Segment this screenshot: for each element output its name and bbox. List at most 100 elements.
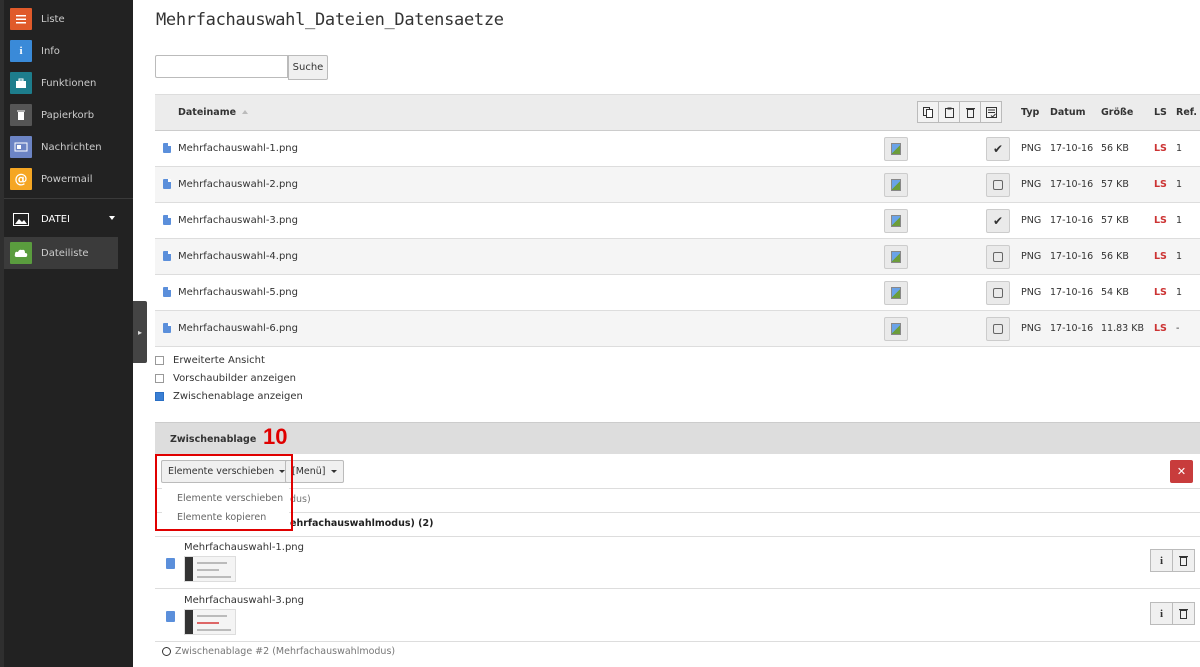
module-powermail[interactable]: @ Powermail (4, 163, 133, 195)
thumbnail-button[interactable] (884, 209, 908, 233)
clipboard-item[interactable]: Mehrfachauswahl-1.png i (155, 536, 1200, 589)
file-name[interactable]: Mehrfachauswahl-4.png (178, 251, 298, 262)
menu-dropdown[interactable]: [Menü] (285, 460, 344, 483)
file-date: 17-10-16 (1050, 251, 1094, 262)
file-date: 17-10-16 (1050, 143, 1094, 154)
column-header-name[interactable]: Dateiname (178, 107, 249, 118)
image-file-icon (891, 179, 901, 191)
list-icon (10, 8, 32, 30)
info-button[interactable]: i (1150, 549, 1173, 572)
file-date: 17-10-16 (1050, 215, 1094, 226)
sidebar-toggle-handle[interactable]: ▸ (133, 301, 147, 363)
module-nachrichten[interactable]: Nachrichten (4, 131, 133, 163)
localization-status[interactable]: LS (1154, 215, 1167, 226)
clipboard-toolbar: Elemente verschieben [Menü] ✕ (155, 454, 1200, 489)
file-name[interactable]: Mehrfachauswahl-2.png (178, 179, 298, 190)
file-name[interactable]: Mehrfachauswahl-5.png (178, 287, 298, 298)
option-show-thumbnails[interactable]: Vorschaubilder anzeigen (155, 373, 296, 384)
checkmark-icon: ✔ (992, 214, 1004, 228)
clipboard-icon (944, 107, 954, 118)
reference-count[interactable]: 1 (1176, 179, 1182, 190)
column-header-label: Dateiname (178, 107, 237, 118)
file-name[interactable]: Mehrfachauswahl-1.png (178, 143, 298, 154)
table-row[interactable]: Mehrfachauswahl-6.png PNG 17-10-16 11.83… (155, 311, 1200, 347)
column-header-ref[interactable]: Ref. (1176, 107, 1197, 118)
module-label: Funktionen (41, 77, 97, 89)
trash-icon (1179, 609, 1188, 619)
table-row[interactable]: Mehrfachauswahl-1.png ✔ PNG 17-10-16 56 … (155, 131, 1200, 167)
png-file-icon (163, 179, 171, 189)
module-funktionen[interactable]: Funktionen (4, 67, 133, 99)
module-sidebar: Liste i Info Funktionen Papierkorb Nachr… (0, 0, 133, 667)
module-papierkorb[interactable]: Papierkorb (4, 99, 133, 131)
thumbnail-button[interactable] (884, 281, 908, 305)
reference-count: - (1176, 323, 1180, 334)
module-label: Powermail (41, 173, 93, 185)
module-dateiliste[interactable]: Dateiliste (4, 237, 118, 269)
copy-icon (923, 106, 933, 118)
file-date: 17-10-16 (1050, 179, 1094, 190)
trash-icon (1179, 556, 1188, 566)
reference-count[interactable]: 1 (1176, 143, 1182, 154)
localization-status[interactable]: LS (1154, 287, 1167, 298)
clipboard-mode-1[interactable]: dus) (155, 488, 1200, 513)
sidebar-divider (4, 198, 133, 199)
thumbnail-button[interactable] (884, 173, 908, 197)
column-header-date[interactable]: Datum (1050, 107, 1086, 118)
select-all-button[interactable] (980, 101, 1002, 123)
search-input[interactable] (155, 55, 288, 78)
png-file-icon (163, 215, 171, 225)
table-row[interactable]: Mehrfachauswahl-2.png PNG 17-10-16 57 KB… (155, 167, 1200, 203)
thumbnail-button[interactable] (884, 317, 908, 341)
file-name[interactable]: Mehrfachauswahl-3.png (178, 215, 298, 226)
remove-button[interactable] (1172, 549, 1195, 572)
column-header-size[interactable]: Größe (1101, 107, 1133, 118)
option-label: Erweiterte Ansicht (173, 355, 265, 366)
table-row[interactable]: Mehrfachauswahl-5.png PNG 17-10-16 54 KB… (155, 275, 1200, 311)
option-label: Vorschaubilder anzeigen (173, 373, 296, 384)
row-checkbox[interactable]: ✔ (986, 209, 1010, 233)
checkbox-unchecked-icon[interactable] (155, 356, 164, 365)
file-size: 11.83 KB (1101, 323, 1144, 334)
row-checkbox[interactable] (986, 173, 1010, 197)
checkbox-unchecked-icon[interactable] (155, 374, 164, 383)
table-row[interactable]: Mehrfachauswahl-3.png ✔ PNG 17-10-16 57 … (155, 203, 1200, 239)
search-button[interactable]: Suche (288, 55, 328, 80)
checkbox-checked-icon[interactable] (155, 392, 164, 401)
trash-icon (10, 104, 32, 126)
module-info[interactable]: i Info (4, 35, 133, 67)
clipboard-mode-2[interactable]: ehrfachauswahlmodus) (2) (155, 512, 1200, 537)
option-show-clipboard[interactable]: Zwischenablage anzeigen (155, 391, 303, 402)
module-liste[interactable]: Liste (4, 3, 133, 35)
column-header-type[interactable]: Typ (1021, 107, 1039, 118)
radio-icon[interactable] (162, 647, 171, 656)
reference-count[interactable]: 1 (1176, 287, 1182, 298)
delete-selected-button[interactable] (959, 101, 981, 123)
localization-status[interactable]: LS (1154, 323, 1167, 334)
localization-status[interactable]: LS (1154, 179, 1167, 190)
module-group-datei[interactable]: DATEI (4, 203, 133, 235)
reference-count[interactable]: 1 (1176, 251, 1182, 262)
clear-clipboard-button[interactable]: ✕ (1170, 460, 1193, 483)
copy-button[interactable] (917, 101, 939, 123)
row-checkbox[interactable] (986, 245, 1010, 269)
option-extended-view[interactable]: Erweiterte Ansicht (155, 355, 265, 366)
row-checkbox[interactable]: ✔ (986, 137, 1010, 161)
file-name[interactable]: Mehrfachauswahl-6.png (178, 323, 298, 334)
remove-button[interactable] (1172, 602, 1195, 625)
dropdown-label: [Menü] (292, 466, 326, 477)
info-button[interactable]: i (1150, 602, 1173, 625)
clipboard-mode-3[interactable]: Zwischenablage #2 (Mehrfachauswahlmodus) (155, 641, 1200, 663)
table-row[interactable]: Mehrfachauswahl-4.png PNG 17-10-16 56 KB… (155, 239, 1200, 275)
thumbnail-button[interactable] (884, 137, 908, 161)
clipboard-item[interactable]: Mehrfachauswahl-3.png i (155, 589, 1200, 642)
row-checkbox[interactable] (986, 281, 1010, 305)
cut-button[interactable] (938, 101, 960, 123)
table-header: Dateiname Typ Datum Größe LS Ref. (155, 94, 1200, 131)
reference-count[interactable]: 1 (1176, 215, 1182, 226)
localization-status[interactable]: LS (1154, 251, 1167, 262)
row-checkbox[interactable] (986, 317, 1010, 341)
column-header-ls[interactable]: LS (1154, 107, 1167, 118)
thumbnail-button[interactable] (884, 245, 908, 269)
localization-status[interactable]: LS (1154, 143, 1167, 154)
